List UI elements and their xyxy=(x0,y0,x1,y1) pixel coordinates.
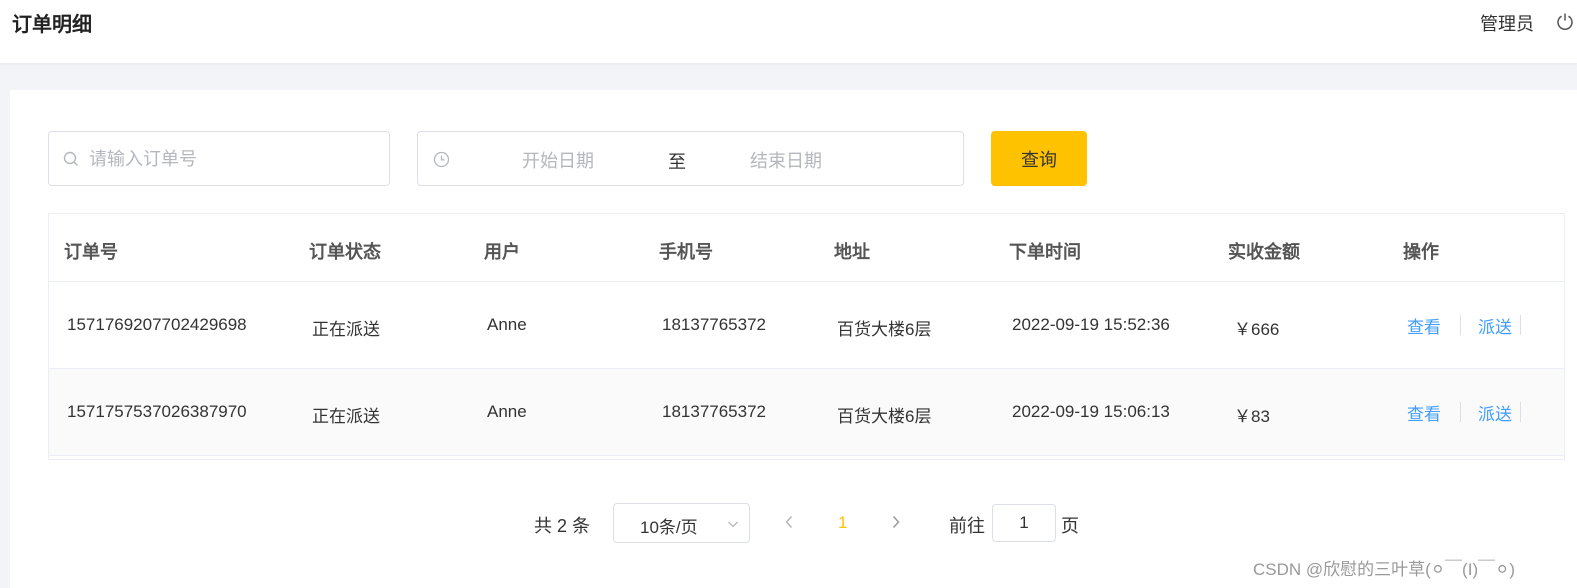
cell-status: 正在派送 xyxy=(312,320,380,339)
watermark: CSDN @欣慰的三叶草(⚪￣(I)￣⚪) xyxy=(1253,560,1516,579)
chevron-right-icon[interactable] xyxy=(889,514,903,530)
cell-phone: 18137765372 xyxy=(662,402,767,421)
action-divider xyxy=(1460,402,1461,422)
view-link[interactable]: 查看 xyxy=(1407,400,1441,425)
chevron-down-icon xyxy=(728,521,738,528)
cell-phone: 18137765372 xyxy=(662,315,767,334)
power-icon[interactable] xyxy=(1556,12,1574,30)
top-bar: 订单明细 管理员 xyxy=(0,0,1577,63)
column-header-amount: 实收金额 xyxy=(1228,242,1300,262)
page-number-current[interactable]: 1 xyxy=(838,513,847,533)
page-size-select[interactable]: 10条/页 xyxy=(613,503,750,543)
page-size-value: 10条/页 xyxy=(640,518,698,537)
column-header-actions: 操作 xyxy=(1403,242,1439,262)
view-link[interactable]: 查看 xyxy=(1407,313,1441,338)
order-search-field[interactable] xyxy=(48,131,390,186)
cell-order-time: 2022-09-19 15:06:13 xyxy=(1012,402,1170,421)
cell-user: Anne xyxy=(487,402,527,421)
cell-address: 百货大楼6层 xyxy=(837,407,932,426)
action-divider xyxy=(1460,315,1461,335)
orders-table: 订单号 订单状态 用户 手机号 地址 下单时间 实收金额 操作 15717692… xyxy=(48,213,1565,460)
cell-order-no: 1571757537026387970 xyxy=(67,402,247,421)
date-range-picker[interactable]: 开始日期 至 结束日期 xyxy=(417,131,964,186)
chevron-left-icon[interactable] xyxy=(782,514,796,530)
table-row: 1571769207702429698 正在派送 Anne 1813776537… xyxy=(49,282,1564,369)
action-divider xyxy=(1520,402,1521,422)
range-separator: 至 xyxy=(668,152,686,172)
pagination: 共 2 条 10条/页 1 前往 页 xyxy=(0,500,1577,545)
column-header-order-time: 下单时间 xyxy=(1009,242,1081,262)
column-header-status: 订单状态 xyxy=(309,242,381,262)
end-date-input[interactable]: 结束日期 xyxy=(750,147,822,173)
dispatch-link[interactable]: 派送 xyxy=(1478,400,1512,425)
column-header-phone: 手机号 xyxy=(659,242,713,262)
column-header-user: 用户 xyxy=(484,242,520,262)
goto-label: 前往 xyxy=(949,516,985,536)
search-icon xyxy=(63,151,78,166)
goto-page-input[interactable] xyxy=(992,504,1056,542)
table-header: 订单号 订单状态 用户 手机号 地址 下单时间 实收金额 操作 xyxy=(49,214,1564,282)
cell-order-time: 2022-09-19 15:52:36 xyxy=(1012,315,1170,334)
cell-status: 正在派送 xyxy=(312,407,380,426)
cell-address: 百货大楼6层 xyxy=(837,320,932,339)
cell-user: Anne xyxy=(487,315,527,334)
action-divider xyxy=(1520,315,1521,335)
table-row: 1571757537026387970 正在派送 Anne 1813776537… xyxy=(49,369,1564,456)
user-name[interactable]: 管理员 xyxy=(1480,10,1534,36)
query-button[interactable]: 查询 xyxy=(991,131,1087,186)
column-header-order-no: 订单号 xyxy=(64,242,118,262)
order-search-input[interactable] xyxy=(89,144,379,174)
page-title: 订单明细 xyxy=(12,14,92,36)
dispatch-link[interactable]: 派送 xyxy=(1478,313,1512,338)
start-date-input[interactable]: 开始日期 xyxy=(522,147,594,173)
total-count: 共 2 条 xyxy=(534,516,591,536)
cell-amount: ￥83 xyxy=(1234,407,1270,426)
cell-order-no: 1571769207702429698 xyxy=(67,315,247,334)
clock-icon xyxy=(433,151,450,168)
page-suffix-label: 页 xyxy=(1061,516,1079,536)
cell-amount: ￥666 xyxy=(1234,320,1280,339)
column-header-address: 地址 xyxy=(834,242,870,262)
